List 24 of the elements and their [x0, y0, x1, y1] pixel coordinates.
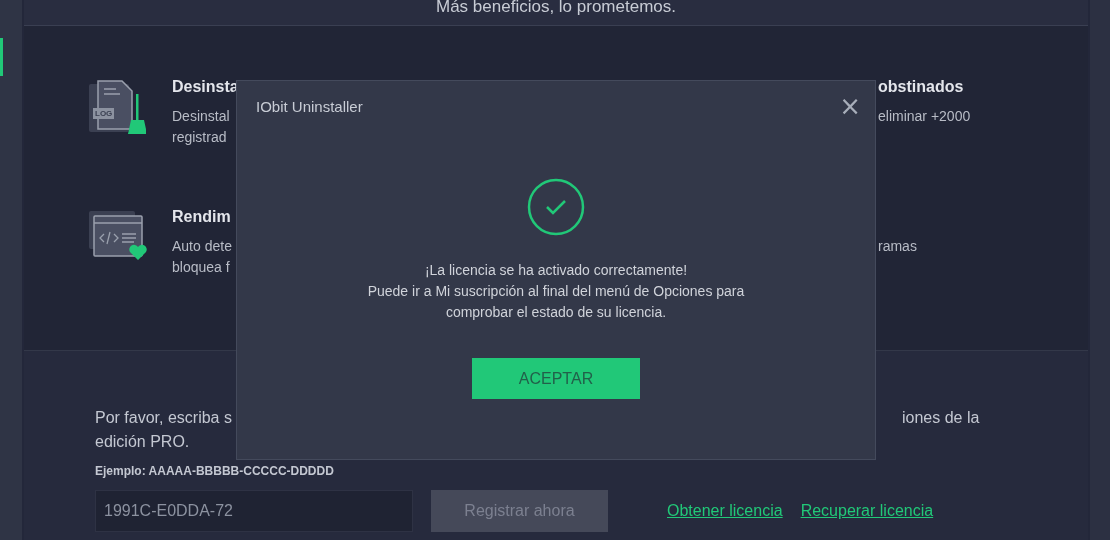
accept-button[interactable]: ACEPTAR — [472, 358, 640, 399]
example-label: Ejemplo: AAAAA-BBBBB-CCCCC-DDDDD — [95, 464, 335, 478]
feature-description: registrad — [172, 128, 228, 147]
feature-title: Rendim — [172, 208, 232, 226]
feature-description: eliminar +2000 — [878, 107, 971, 126]
feature-description: bloquea f — [172, 258, 231, 277]
dialog-title: IObit Uninstaller — [256, 97, 363, 115]
feature-description: ramas — [878, 237, 917, 256]
dialog-message: ¡La licencia se ha activado correctamente! — [423, 261, 689, 280]
feature-description: Auto dete — [172, 237, 232, 256]
feature-title: obstinados — [878, 78, 965, 96]
dialog-message: comprobar el estado de su licencia. — [444, 303, 668, 322]
tagline: Más beneficios, lo prometemos. — [436, 0, 676, 17]
close-button[interactable]: × — [835, 95, 865, 117]
file-type-label: LOG — [93, 108, 115, 119]
instruction-text: edición PRO. — [95, 432, 191, 452]
license-code-field[interactable]: 1991C-E0DDA-72 — [95, 490, 413, 532]
instruction-text: Por favor, escriba s — [95, 408, 233, 428]
license-link[interactable]: Recuperar licencia — [800, 502, 934, 520]
instruction-text: iones de la — [902, 408, 980, 428]
dialog-message: Puede ir a Mi suscripción al final del menú de Opciones para — [367, 282, 745, 301]
feature-title: Desinsta — [172, 78, 239, 96]
license-link[interactable]: Obtener licencia — [667, 502, 783, 520]
feature-description: Desinstal — [172, 107, 231, 126]
